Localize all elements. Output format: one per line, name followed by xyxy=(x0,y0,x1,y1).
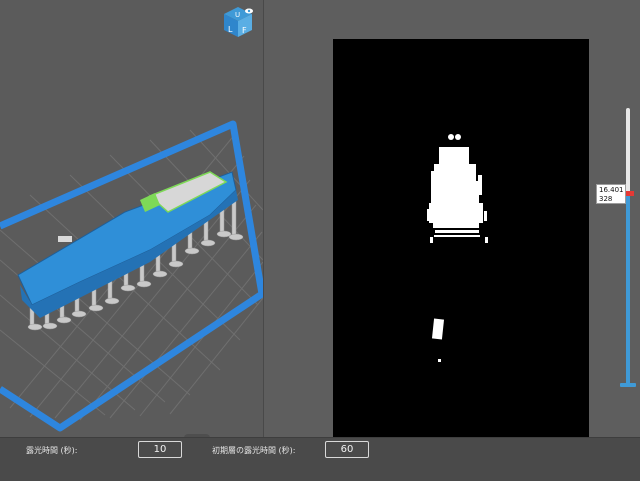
layer-readout: 16.401 328 xyxy=(596,184,626,204)
exposure-time-input[interactable]: 10 xyxy=(138,441,182,458)
layer-slider-foot xyxy=(620,383,636,387)
exposure-time-label: 露光時間 (秒): xyxy=(26,446,78,455)
layer-slider-track-lower[interactable] xyxy=(626,194,630,384)
layer-height-value: 16.401 xyxy=(599,186,624,194)
slice-layer-image xyxy=(333,39,589,437)
layer-slider-track-upper[interactable] xyxy=(626,108,630,194)
print-settings-bar: 露光時間 (秒): 10 初期層の露光時間 (秒): 60 xyxy=(0,437,640,481)
3d-viewport[interactable]: U F L xyxy=(0,0,263,437)
initial-exposure-time-input[interactable]: 60 xyxy=(325,441,369,458)
view-cube-icon[interactable]: U F L xyxy=(221,5,255,39)
initial-exposure-time-label: 初期層の露光時間 (秒): xyxy=(212,446,296,455)
view-cube-face-left[interactable]: L xyxy=(228,25,233,34)
layer-number-value: 328 xyxy=(599,195,613,203)
slice-cross-section xyxy=(427,134,488,362)
layer-slider[interactable] xyxy=(620,108,636,390)
view-cube-face-top[interactable]: U xyxy=(235,11,240,19)
view-cube-face-front[interactable]: F xyxy=(242,26,247,35)
build-plate-scene xyxy=(0,120,263,432)
